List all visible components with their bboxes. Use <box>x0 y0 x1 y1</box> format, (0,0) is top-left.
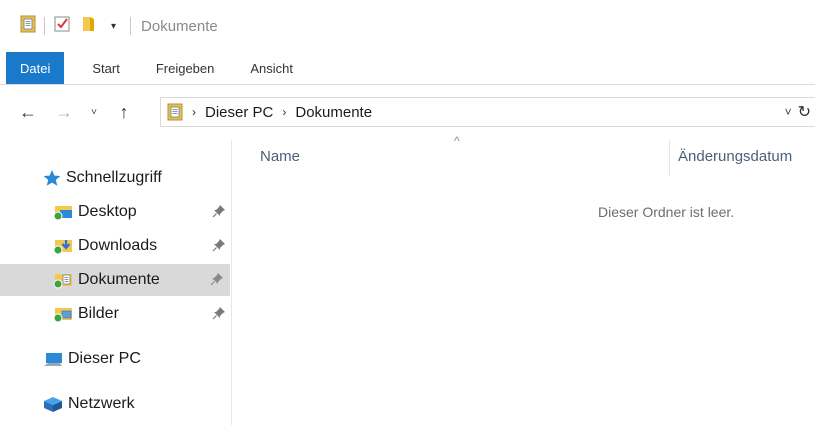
navigation-row: ← → ˅ ↑ › Dieser PC › Dokumente ˅ ↻ <box>0 92 815 132</box>
sidebar-item-label: Downloads <box>78 237 158 254</box>
tab-share[interactable]: Freigeben <box>138 52 233 84</box>
refresh-icon[interactable]: ↻ <box>798 102 811 122</box>
breadcrumb-separator[interactable]: › <box>282 105 286 119</box>
sidebar-item-quick-access[interactable]: Schnellzugriff <box>42 162 162 194</box>
tab-file[interactable]: Datei <box>6 52 65 84</box>
back-button[interactable]: ← <box>14 102 42 123</box>
sidebar-item-this-pc[interactable]: Dieser PC <box>42 343 141 375</box>
title-bar: ▾ Dokumente <box>0 0 815 52</box>
column-header-modified-date[interactable]: Änderungsdatum <box>678 148 792 165</box>
sidebar-item-label: Bilder <box>78 305 119 322</box>
sidebar-item-label: Desktop <box>78 203 137 220</box>
pin-icon[interactable] <box>210 272 224 286</box>
sidebar-item-network[interactable]: Netzwerk <box>42 388 135 420</box>
up-button[interactable]: ↑ <box>110 102 138 123</box>
sidebar-item-label: Netzwerk <box>68 395 135 412</box>
file-list-pane: ^ Name Änderungsdatum Dieser Ordner ist … <box>232 134 815 425</box>
properties-icon[interactable] <box>20 15 36 38</box>
breadcrumb-documents[interactable]: Dokumente <box>295 104 372 121</box>
breadcrumb-separator[interactable]: › <box>192 105 196 119</box>
tab-view[interactable]: Ansicht <box>232 52 311 84</box>
column-divider[interactable] <box>669 140 670 176</box>
sidebar-item-desktop[interactable]: Desktop <box>0 196 232 228</box>
sidebar-item-downloads[interactable]: Downloads <box>0 230 232 262</box>
recent-locations-button[interactable]: ˅ <box>84 107 104 118</box>
customize-toolbar-dropdown[interactable]: ▾ <box>111 21 116 32</box>
address-bar[interactable]: › Dieser PC › Dokumente ˅ ↻ <box>160 97 815 127</box>
network-icon <box>42 395 64 413</box>
explorer-window: ▾ Dokumente Datei Start Freigeben Ansich… <box>0 0 815 425</box>
checkmark-icon[interactable] <box>53 15 71 38</box>
toolbar-divider <box>44 17 45 35</box>
sidebar-item-label: Schnellzugriff <box>66 169 162 186</box>
pin-icon[interactable] <box>212 306 226 320</box>
sidebar-item-pictures[interactable]: Bilder <box>0 298 232 330</box>
sidebar-item-label: Dieser PC <box>68 350 141 367</box>
forward-button[interactable]: → <box>50 102 78 123</box>
address-bar-controls: ˅ ↻ <box>785 98 815 126</box>
sidebar-item-documents[interactable]: Dokumente <box>0 264 230 296</box>
sidebar-item-label: Dokumente <box>78 271 160 288</box>
window-title: Dokumente <box>141 17 218 35</box>
new-folder-icon[interactable] <box>81 15 97 38</box>
documents-folder-icon <box>52 271 74 289</box>
computer-icon <box>42 350 64 368</box>
title-divider <box>130 17 132 35</box>
navigation-pane: Schnellzugriff Desktop Downloads Dokumen… <box>0 140 232 425</box>
address-history-dropdown[interactable]: ˅ <box>785 105 792 119</box>
column-header-name[interactable]: Name <box>260 148 300 165</box>
desktop-folder-icon <box>52 203 74 221</box>
breadcrumb-this-pc[interactable]: Dieser PC <box>205 104 273 121</box>
pictures-folder-icon <box>52 305 74 323</box>
documents-location-icon <box>167 103 183 121</box>
sort-indicator: ^ <box>454 134 460 148</box>
pin-icon[interactable] <box>212 204 226 218</box>
tab-start[interactable]: Start <box>74 52 137 84</box>
star-icon <box>42 169 62 187</box>
pin-icon[interactable] <box>212 238 226 252</box>
empty-folder-message: Dieser Ordner ist leer. <box>598 204 735 220</box>
ribbon-tabs: Datei Start Freigeben Ansicht <box>0 52 815 85</box>
downloads-folder-icon <box>52 237 74 255</box>
